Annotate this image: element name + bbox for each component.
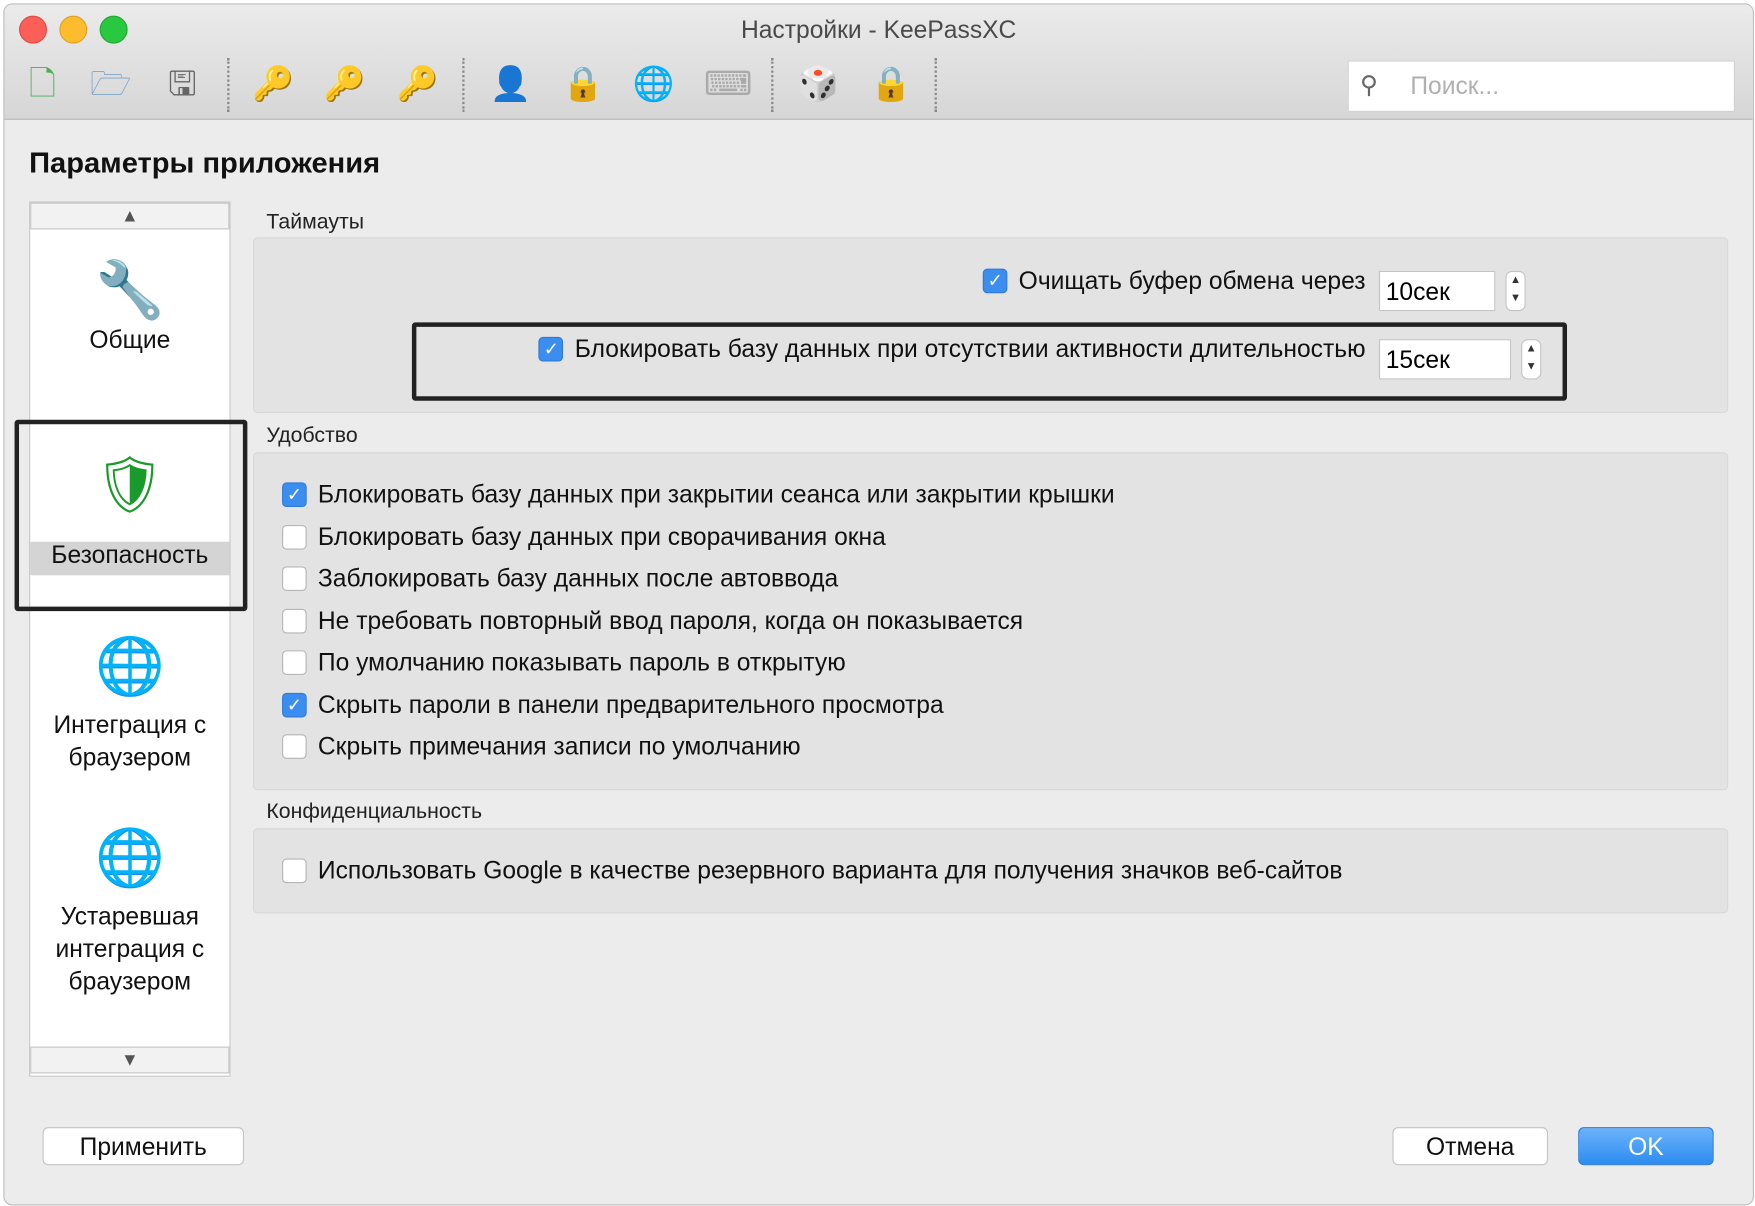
clear-clipboard-checkbox[interactable]: ✓ Очищать буфер обмена через [982, 266, 1366, 295]
copy-username-icon[interactable]: 👤 [488, 63, 533, 108]
lock-database-icon[interactable]: 🔒 [869, 63, 914, 108]
toolbar-separator [934, 58, 937, 112]
ok-button[interactable]: OK [1578, 1127, 1714, 1166]
sidebar-item-label: Общие [89, 325, 171, 354]
sidebar-item-label: браузером [68, 743, 192, 772]
checkbox-unchecked-icon [282, 650, 307, 675]
sidebar-item-general[interactable]: 🔧 Общие [30, 256, 229, 356]
convenience-checkbox[interactable]: Блокировать базу данных при сворачивания… [282, 522, 886, 551]
delete-entry-icon[interactable]: 🔑 [395, 63, 440, 108]
new-database-icon[interactable]: 🗋 [20, 63, 65, 108]
sidebar-item-legacy-browser-integration[interactable]: 🌐 Устаревшая интеграция с браузером [30, 824, 229, 997]
checkbox-label: Блокировать базу данных при закрытии сеа… [317, 480, 1115, 509]
group-title-privacy: Конфиденциальность [266, 800, 483, 824]
scroll-up-button[interactable]: ▲ [30, 202, 230, 230]
toolbar-separator [462, 58, 465, 112]
globe-icon: 🌐 [94, 826, 165, 889]
checkbox-label: Использовать Google в качестве резервног… [317, 856, 1343, 885]
globe-icon: 🌐 [94, 634, 165, 698]
toolbar: Настройки - KeePassXC 🗋 🗁 🖫 🔑 🔑 🔑 👤 🔒 🌐 … [4, 4, 1753, 120]
convenience-checkbox[interactable]: Не требовать повторный ввод пароля, когд… [282, 606, 1023, 635]
settings-window: Настройки - KeePassXC 🗋 🗁 🖫 🔑 🔑 🔑 👤 🔒 🌐 … [3, 3, 1754, 1206]
checkbox-label: Скрыть пароли в панели предварительного … [317, 690, 944, 719]
sidebar-item-browser-integration[interactable]: 🌐 Интеграция с браузером [30, 632, 229, 773]
checkbox-checked-icon: ✓ [982, 268, 1008, 294]
highlight-outline [411, 322, 1568, 401]
page-title: Параметры приложения [29, 145, 381, 180]
convenience-checkbox[interactable]: Скрыть примечания записи по умолчанию [282, 732, 801, 761]
autotype-icon[interactable]: ⌨ [704, 63, 752, 108]
checkbox-checked-icon: ✓ [282, 482, 307, 508]
checkbox-label: Блокировать базу данных при сворачивания… [317, 522, 886, 551]
cancel-button[interactable]: Отмена [1392, 1127, 1548, 1166]
convenience-checkbox[interactable]: Заблокировать базу данных после автоввод… [282, 564, 838, 593]
apply-button[interactable]: Применить [42, 1127, 245, 1166]
google-favicon-checkbox[interactable]: Использовать Google в качестве резервног… [282, 856, 1342, 885]
wrench-gear-icon: 🔧 [94, 258, 165, 322]
clear-clipboard-spinbox[interactable]: 10сек [1378, 270, 1496, 312]
checkbox-label: Не требовать повторный ввод пароля, когд… [317, 606, 1024, 635]
scroll-down-button[interactable]: ▼ [30, 1046, 230, 1074]
convenience-checkbox[interactable]: ✓ Скрыть пароли в панели предварительного… [282, 690, 944, 719]
checkbox-label: По умолчанию показывать пароль в открыту… [317, 648, 846, 677]
checkbox-label: Очищать буфер обмена через [1018, 266, 1366, 295]
settings-sidebar: ▲ 🔧 Общие 🛡 Безопасность 🌐 Интеграция с … [14, 201, 248, 1077]
group-title-timeouts: Таймауты [266, 210, 365, 234]
open-database-icon[interactable]: 🗁 [88, 63, 133, 108]
password-generator-icon[interactable]: 🎲 [796, 63, 841, 108]
clear-clipboard-stepper[interactable]: ▲ ▼ [1505, 270, 1526, 312]
toolbar-separator [227, 58, 230, 112]
sidebar-item-label: Устаревшая [60, 902, 199, 931]
edit-entry-icon[interactable]: 🔑 [322, 63, 367, 108]
checkbox-label: Заблокировать базу данных после автоввод… [317, 564, 839, 593]
selected-item-outline [14, 419, 248, 612]
search-input[interactable]: ⚲ Поиск... [1347, 60, 1735, 112]
sidebar-item-label: Интеграция с [53, 710, 207, 739]
checkbox-unchecked-icon [282, 524, 307, 550]
checkbox-unchecked-icon [282, 734, 307, 759]
checkbox-unchecked-icon [282, 608, 307, 633]
copy-password-icon[interactable]: 🔒 [561, 63, 606, 108]
checkbox-unchecked-icon [282, 858, 307, 884]
convenience-checkbox[interactable]: ✓ Блокировать базу данных при закрытии се… [282, 480, 1115, 509]
group-title-convenience: Удобство [266, 424, 358, 448]
checkbox-unchecked-icon [282, 566, 307, 591]
window-title: Настройки - KeePassXC [740, 15, 1017, 44]
checkbox-checked-icon: ✓ [282, 692, 307, 717]
binoculars-icon: ⚲ [1359, 70, 1378, 99]
save-database-icon[interactable]: 🖫 [160, 63, 205, 108]
sidebar-item-label: браузером [68, 967, 192, 996]
search-placeholder: Поиск... [1410, 71, 1500, 100]
open-url-icon[interactable]: 🌐 [631, 63, 676, 108]
toolbar-separator [771, 58, 774, 112]
sidebar-item-label: интеграция с [55, 934, 205, 963]
add-entry-icon[interactable]: 🔑 [251, 63, 296, 108]
checkbox-label: Скрыть примечания записи по умолчанию [317, 732, 801, 761]
convenience-checkbox[interactable]: По умолчанию показывать пароль в открыту… [282, 648, 846, 677]
